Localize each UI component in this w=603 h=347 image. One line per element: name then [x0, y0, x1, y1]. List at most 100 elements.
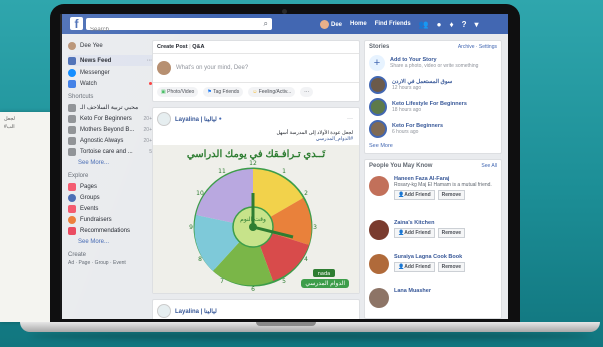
search-icon[interactable]: ⌕ — [264, 19, 268, 29]
shortcut-item[interactable]: محبي تربية السلاحف الـ — [68, 102, 152, 113]
svg-text:10: 10 — [196, 190, 204, 197]
story-subtitle: Share a photo, video or write something — [390, 63, 479, 69]
notifications-icon[interactable]: ♦ — [450, 20, 454, 29]
see-more-shortcuts[interactable]: See More... — [68, 157, 152, 168]
home-link[interactable]: Home — [350, 21, 367, 27]
sidebar-profile[interactable]: Dee Yee — [68, 40, 152, 51]
sidebar-item-groups[interactable]: Groups — [68, 192, 152, 203]
remove-button[interactable]: Remove — [437, 190, 466, 200]
remove-button[interactable]: Remove — [437, 262, 466, 272]
story-subtitle: 6 hours ago — [392, 129, 419, 135]
shortcut-item[interactable]: Agnostic Always 20+ — [68, 135, 152, 146]
search-input[interactable] — [86, 24, 254, 36]
add-friend-button[interactable]: 👤Add Friend — [394, 262, 435, 272]
sidebar-item-label: Pages — [80, 183, 98, 190]
pymk-see-all[interactable]: See All — [481, 160, 497, 172]
stories-see-more[interactable]: See More — [365, 141, 501, 153]
composer-body[interactable]: What's on your mind, Dee? — [153, 54, 359, 82]
shortcut-badge: 20+ — [143, 115, 152, 122]
profile-link[interactable]: Dee — [320, 19, 343, 29]
person-name[interactable]: Zaina's Kitchen — [394, 220, 465, 226]
story-subtitle: 18 hours ago — [392, 107, 422, 113]
composer-actions: ▣ Photo/Video ⚑ Tag Friends ☺ Feeling/Ac… — [153, 82, 359, 101]
add-friend-button[interactable]: 👤Add Friend — [394, 190, 435, 200]
post-page-name[interactable]: Layalina | ليالينا — [175, 308, 217, 315]
recommendations-icon — [68, 226, 76, 235]
shortcut-label: Tortoise care and ... — [80, 148, 133, 155]
post-hashtag[interactable]: #الدوام_المدرسي — [153, 136, 359, 142]
sidebar-item-pages[interactable]: Pages — [68, 181, 152, 192]
person-name[interactable]: Suraiya Lagna Cook Book — [394, 254, 465, 260]
note-line: لجعل — [4, 116, 15, 122]
messenger-icon[interactable]: ● — [437, 20, 442, 29]
pymk-title: People You May Know — [369, 163, 433, 169]
tab-create-post[interactable]: Create Post — [157, 44, 188, 50]
shortcut-item[interactable]: Keto For Beginners 20+ — [68, 113, 152, 124]
composer-tabs: Create Post | Q&A — [153, 41, 359, 54]
post-page-name[interactable]: Layalina | ليالينا — [175, 116, 217, 123]
shortcut-label: محبي تربية السلاحف الـ — [80, 105, 139, 111]
feeling-activity-button[interactable]: ☺ Feeling/Activ... — [248, 87, 296, 97]
sidebar-item-events[interactable]: Events — [68, 203, 152, 214]
profile-name: Dee Yee — [80, 42, 103, 49]
create-links[interactable]: Ad · Page · Group · Event — [68, 260, 152, 266]
friend-requests-icon[interactable]: 👥 — [419, 20, 429, 29]
smiley-icon: ☺ — [252, 89, 258, 95]
tag-friends-button[interactable]: ⚑ Tag Friends — [203, 87, 244, 97]
story-item[interactable]: Keto For Beginners 6 hours ago — [365, 119, 501, 139]
sidebar-item-label: Groups — [80, 194, 100, 201]
story-item[interactable]: Keto Lifestyle For Beginners 18 hours ago — [365, 97, 501, 117]
svg-text:11: 11 — [218, 168, 226, 175]
image-badge: nada — [318, 271, 330, 277]
more-options-button[interactable]: ··· — [300, 87, 314, 97]
find-friends-link[interactable]: Find Friends — [375, 21, 411, 27]
avatar[interactable] — [369, 288, 389, 308]
svg-text:8: 8 — [198, 256, 202, 263]
page-logo[interactable] — [157, 112, 171, 126]
avatar[interactable] — [369, 176, 389, 196]
avatar[interactable] — [369, 254, 389, 274]
stories-links[interactable]: Archive · Settings — [458, 41, 497, 53]
photo-video-button[interactable]: ▣ Photo/Video — [157, 87, 199, 97]
sidebar-item-messenger[interactable]: Messenger — [68, 67, 152, 78]
group-icon — [68, 136, 76, 145]
laptop-shadow — [30, 332, 590, 340]
post-image[interactable]: وقت النوم 12 1 2 345 678 9 10 11 nada تَــدي… — [153, 145, 359, 293]
profile-name: Dee — [331, 21, 343, 28]
page-logo[interactable] — [157, 304, 171, 318]
image-title: تَــدي تـرافـقك في يومك الدراسي — [186, 149, 326, 160]
person-name[interactable]: Lana Muasher — [394, 288, 431, 294]
explore-heading: Explore — [68, 173, 89, 179]
search-box: ⌕ — [86, 18, 272, 36]
facebook-logo-icon[interactable]: f — [70, 17, 83, 31]
story-item[interactable]: + Add to Your Story Share a photo, video … — [365, 53, 501, 73]
tab-qa[interactable]: Q&A — [192, 44, 204, 50]
create-heading: Create — [68, 252, 87, 258]
person-mutual: Rosary-kg Maj El Hamam is a mutual frien… — [394, 182, 492, 188]
see-more-explore[interactable]: See More... — [68, 236, 152, 247]
story-subtitle: 12 hours ago — [392, 85, 422, 91]
avatar[interactable] — [369, 220, 389, 240]
composer-prompt[interactable]: What's on your mind, Dee? — [176, 65, 248, 71]
remove-button[interactable]: Remove — [437, 228, 466, 238]
clock-illustration: وقت النوم 1212 345 678 91011 nada — [153, 145, 359, 293]
button-label: Photo/Video — [167, 89, 195, 95]
button-label: Tag Friends — [213, 89, 240, 95]
add-friend-button[interactable]: 👤Add Friend — [394, 228, 435, 238]
sidebar-item-watch[interactable]: Watch — [68, 78, 152, 89]
composer-card: Create Post | Q&A What's on your mind, D… — [152, 40, 360, 102]
stories-card: Stories Archive · Settings + Add to Your… — [364, 40, 502, 154]
help-icon[interactable]: ? — [462, 20, 467, 29]
events-icon — [68, 204, 76, 213]
photo-icon: ▣ — [161, 89, 166, 95]
post-options-icon[interactable]: ··· — [347, 116, 353, 122]
shortcut-item[interactable]: Mothers Beyond B... 20+ — [68, 124, 152, 135]
note-line: #الب — [4, 124, 15, 130]
group-icon — [68, 103, 76, 112]
sidebar-item-fundraisers[interactable]: Fundraisers — [68, 214, 152, 225]
chevron-down-icon[interactable]: ▾ — [474, 20, 478, 29]
sidebar-item-news-feed[interactable]: News Feed ··· — [68, 55, 152, 66]
story-item[interactable]: سوق المستعمل في الاردن 12 hours ago — [365, 75, 501, 95]
sidebar-item-recommendations[interactable]: Recommendations — [68, 225, 152, 236]
shortcut-item[interactable]: Tortoise care and ... 5 — [68, 146, 152, 157]
